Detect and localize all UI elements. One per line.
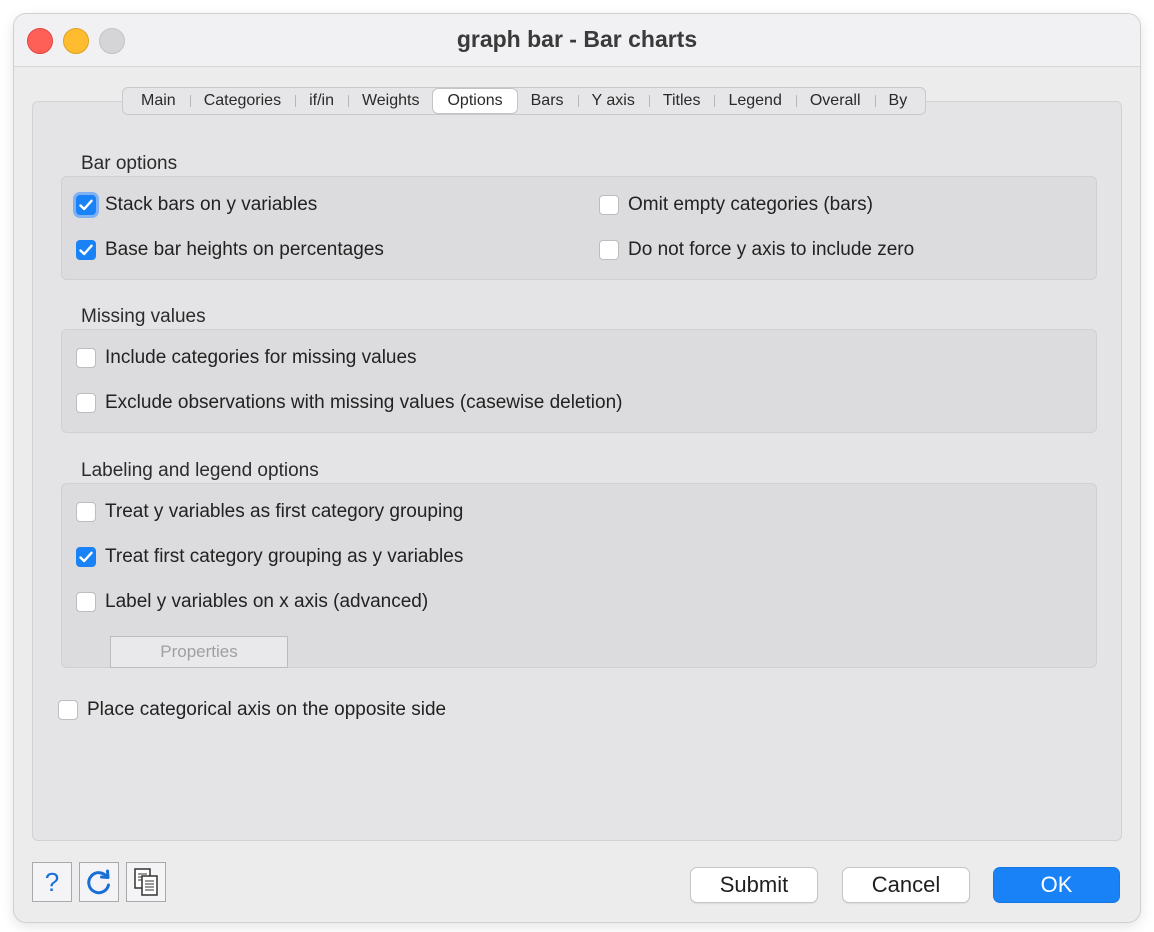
help-icon: ?: [44, 866, 60, 897]
y-as-first-checkbox[interactable]: [76, 502, 96, 522]
stack-bars-checkbox[interactable]: [76, 195, 96, 215]
y-as-first-option[interactable]: Treat y variables as first category grou…: [76, 501, 463, 523]
percentages-option[interactable]: Base bar heights on percentages: [76, 239, 384, 261]
opposite-side-label: Place categorical axis on the opposite s…: [87, 699, 447, 720]
bar-options-group: [61, 176, 1097, 280]
stack-bars-label: Stack bars on y variables: [105, 194, 318, 215]
reset-button[interactable]: [79, 862, 119, 902]
missing-values-heading: Missing values: [81, 306, 206, 327]
omit-empty-checkbox[interactable]: [599, 195, 619, 215]
title-bar: graph bar - Bar charts: [14, 14, 1140, 67]
tab-options[interactable]: Options: [433, 89, 517, 113]
checkmark-icon: [79, 551, 93, 563]
help-button[interactable]: ?: [32, 862, 72, 902]
opposite-side-option[interactable]: Place categorical axis on the opposite s…: [58, 699, 446, 721]
no-zero-label: Do not force y axis to include zero: [628, 239, 915, 260]
first-as-y-label: Treat first category grouping as y varia…: [105, 546, 464, 567]
no-zero-option[interactable]: Do not force y axis to include zero: [599, 239, 914, 261]
include-missing-option[interactable]: Include categories for missing values: [76, 347, 417, 369]
include-missing-checkbox[interactable]: [76, 348, 96, 368]
tab-if-in[interactable]: if/in: [295, 89, 348, 113]
opposite-side-checkbox[interactable]: [58, 700, 78, 720]
tab-titles[interactable]: Titles: [648, 89, 715, 113]
copy-icon: [134, 868, 158, 896]
refresh-icon: [87, 869, 110, 895]
label-x-checkbox[interactable]: [76, 592, 96, 612]
copy-command-button[interactable]: [126, 862, 166, 902]
bar-options-heading: Bar options: [81, 153, 178, 174]
tab-categories[interactable]: Categories: [189, 89, 295, 113]
include-missing-label: Include categories for missing values: [105, 347, 417, 368]
missing-values-group: [61, 329, 1097, 433]
label-x-option[interactable]: Label y variables on x axis (advanced): [76, 591, 428, 613]
ok-button[interactable]: OK: [993, 867, 1120, 903]
exclude-missing-option[interactable]: Exclude observations with missing values…: [76, 392, 622, 414]
tab-overall[interactable]: Overall: [795, 89, 875, 113]
percentages-checkbox[interactable]: [76, 240, 96, 260]
no-zero-checkbox[interactable]: [599, 240, 619, 260]
checkmark-icon: [79, 199, 93, 211]
submit-button[interactable]: Submit: [690, 867, 818, 903]
label-x-label: Label y variables on x axis (advanced): [105, 591, 429, 612]
exclude-missing-label: Exclude observations with missing values…: [105, 392, 623, 413]
percentages-label: Base bar heights on percentages: [105, 239, 384, 260]
first-as-y-checkbox[interactable]: [76, 547, 96, 567]
stack-bars-option[interactable]: Stack bars on y variables: [76, 194, 317, 216]
y-as-first-label: Treat y variables as first category grou…: [105, 501, 464, 522]
tab-legend[interactable]: Legend: [714, 89, 795, 113]
checkmark-icon: [79, 244, 93, 256]
exclude-missing-checkbox[interactable]: [76, 393, 96, 413]
omit-empty-option[interactable]: Omit empty categories (bars): [599, 194, 873, 216]
omit-empty-label: Omit empty categories (bars): [628, 194, 873, 215]
dialog-window: graph bar - Bar charts Main Categories i…: [14, 14, 1140, 922]
first-as-y-option[interactable]: Treat first category grouping as y varia…: [76, 546, 463, 568]
cancel-button[interactable]: Cancel: [842, 867, 970, 903]
properties-button[interactable]: Properties: [110, 636, 288, 668]
tab-main[interactable]: Main: [127, 89, 190, 113]
window-title: graph bar - Bar charts: [456, 26, 698, 52]
tab-by[interactable]: By: [874, 89, 922, 113]
tab-bar: Main Categories if/in Weights Options Ba…: [122, 87, 927, 115]
tab-weights[interactable]: Weights: [347, 89, 434, 113]
labeling-heading: Labeling and legend options: [81, 460, 319, 481]
tab-bars[interactable]: Bars: [517, 89, 578, 113]
tab-y-axis[interactable]: Y axis: [577, 89, 649, 113]
